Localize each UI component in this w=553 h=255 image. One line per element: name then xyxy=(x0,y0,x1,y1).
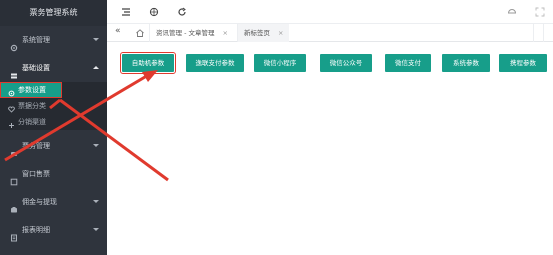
plus-icon xyxy=(8,119,15,128)
tab-new[interactable]: 新标签页 × xyxy=(237,24,290,42)
sidebar-item-commission[interactable]: 佣金与提现 xyxy=(0,188,107,216)
sidebar-item-label: 系统管理 xyxy=(22,36,50,44)
globe-icon[interactable] xyxy=(149,7,159,17)
theme-icon[interactable] xyxy=(507,7,517,17)
heart-icon xyxy=(8,103,15,113)
wechat-miniprogram-button[interactable]: 微信小程序 xyxy=(254,54,306,72)
home-icon[interactable] xyxy=(135,28,145,38)
wechat-official-button[interactable]: 微信公众号 xyxy=(320,54,372,72)
tab-article-management[interactable]: 资讯管理 - 文章管理 × xyxy=(149,24,234,42)
tab-label: 新标签页 xyxy=(244,29,270,37)
double-chevron-left-icon[interactable]: « xyxy=(115,26,121,36)
submenu-item-ticket-category[interactable]: 票据分类 xyxy=(0,98,107,114)
tabs-bar: « 资讯管理 - 文章管理 × 新标签页 × xyxy=(107,24,553,42)
sidebar-item-reports[interactable]: 报表明细 xyxy=(0,216,107,244)
ctrip-params-button[interactable]: 携程参数 xyxy=(499,54,547,72)
selfservice-params-button[interactable]: 自助机参数 xyxy=(120,52,176,74)
system-params-button[interactable]: 系统参数 xyxy=(442,54,490,72)
chevron-down-icon xyxy=(93,38,99,41)
sidebar-item-basic-settings[interactable]: 基础设置 xyxy=(0,54,107,82)
sidebar-item-label: 窗口售票 xyxy=(22,170,50,178)
chevron-down-icon xyxy=(93,228,99,231)
submenu-item-param-settings[interactable]: 参数设置 xyxy=(0,82,62,98)
sidebar-item-window-sales[interactable]: 窗口售票 xyxy=(0,160,107,188)
top-toolbar xyxy=(107,0,553,24)
sidebar-item-label: 报表明细 xyxy=(22,226,50,234)
submenu-item-label: 参数设置 xyxy=(18,86,46,94)
wallet-icon xyxy=(10,198,18,213)
sidebar-item-label: 佣金与提现 xyxy=(22,198,57,206)
sidebar: 票务管理系统 系统管理 基础设置 参数设置 票据分类 分销渠道 票务管理 窗口售… xyxy=(0,0,107,255)
tab-label: 资讯管理 - 文章管理 xyxy=(156,29,215,37)
ticket-icon xyxy=(10,142,18,156)
close-icon[interactable]: × xyxy=(222,29,227,37)
submenu-item-distribution[interactable]: 分销渠道 xyxy=(0,114,107,130)
close-icon[interactable]: × xyxy=(278,29,283,37)
refresh-icon[interactable] xyxy=(177,7,187,17)
report-icon xyxy=(10,226,18,242)
chevron-down-icon xyxy=(93,144,99,147)
menu-toggle-icon[interactable] xyxy=(121,7,131,17)
submenu-item-label: 分销渠道 xyxy=(18,118,46,126)
wechat-pay-button[interactable]: 微信支付 xyxy=(385,54,431,72)
gear-icon xyxy=(10,36,18,52)
sidebar-item-system[interactable]: 系统管理 xyxy=(0,26,107,54)
chevron-up-icon xyxy=(93,66,99,69)
window-icon xyxy=(10,170,18,186)
sidebar-item-label: 票务管理 xyxy=(22,142,50,150)
fullscreen-icon[interactable] xyxy=(535,7,545,17)
tabs-scroll-right[interactable] xyxy=(533,24,543,42)
chevron-down-icon xyxy=(93,200,99,203)
sidebar-item-label: 基础设置 xyxy=(22,64,50,72)
app-title: 票务管理系统 xyxy=(0,0,107,26)
settings-icon xyxy=(8,87,15,96)
sidebar-item-ticketing[interactable]: 票务管理 xyxy=(0,132,107,160)
layers-icon xyxy=(10,64,18,79)
submenu-item-label: 票据分类 xyxy=(18,102,46,110)
submenu-basic-settings: 参数设置 票据分类 分销渠道 xyxy=(0,82,107,130)
tabs-menu[interactable] xyxy=(543,24,553,42)
unionpay-params-button[interactable]: 逸联支付参数 xyxy=(186,54,244,72)
